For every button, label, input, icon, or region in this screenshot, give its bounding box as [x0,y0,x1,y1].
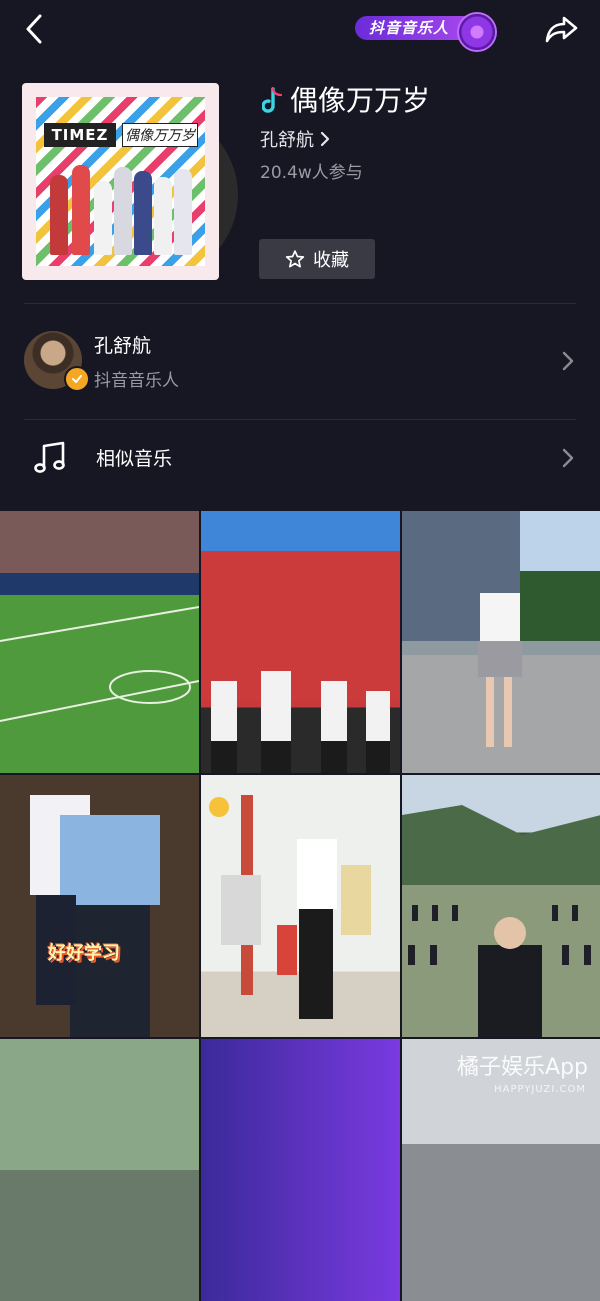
plaza-dance-scene [402,511,600,747]
watermark-logo: 橘子娱乐App [457,1055,588,1080]
music-note-icon [262,87,283,113]
song-title: 偶像万万岁 [262,84,430,118]
chevron-right-icon [562,351,574,371]
school-uniform-scene [30,795,160,1037]
artist-row[interactable] [0,310,600,414]
pavilion-dance-scene [201,551,400,773]
song-title-text: 偶像万万岁 [290,84,431,117]
song-artist-link[interactable]: 孔舒航 [260,126,330,152]
artist-role: 抖音音乐人 [94,371,179,391]
album-cover[interactable]: TIMEZ 偶像万万岁 [22,83,219,280]
chevron-right-icon [320,131,330,147]
song-artist-name: 孔舒航 [260,130,314,151]
share-icon[interactable] [542,12,582,46]
video-caption: 好好学习 [48,943,120,964]
cover-band-photo [46,155,196,255]
video-thumbnail[interactable] [0,1039,199,1301]
video-thumbnail[interactable] [201,511,400,773]
verified-check-icon [64,366,90,392]
back-arrow-icon[interactable] [20,12,50,46]
vinyl-disc-icon [459,14,496,50]
video-grid: 好好学习 [0,511,600,1301]
video-thumbnail[interactable]: 好好学习 [0,775,199,1037]
video-thumbnail[interactable] [0,511,199,773]
music-creator-badge[interactable]: 抖音音乐人 [355,12,496,50]
similar-music-label: 相似音乐 [96,448,173,470]
cover-logo: TIMEZ [44,123,116,147]
favorite-label: 收藏 [313,250,349,271]
similar-music-row[interactable] [0,420,600,496]
favorite-button[interactable]: 收藏 [259,239,375,279]
watermark-url: HAPPYJUZI.COM [494,1084,586,1095]
field-mass-dance-scene [402,805,600,1037]
video-thumbnail[interactable] [201,1039,400,1301]
participants-count: 20.4w人参与 [260,163,363,183]
video-thumbnail[interactable] [201,775,400,1037]
music-notes-icon [34,441,65,473]
hallway-dance-scene [209,795,371,1019]
video-thumbnail[interactable] [402,511,600,773]
artist-name: 孔舒航 [94,335,152,357]
stadium-scene [0,511,199,722]
star-icon [285,250,305,268]
divider [24,303,576,304]
video-thumbnail[interactable] [402,775,600,1037]
chevron-right-icon [562,448,574,468]
cover-title: 偶像万万岁 [122,123,198,147]
